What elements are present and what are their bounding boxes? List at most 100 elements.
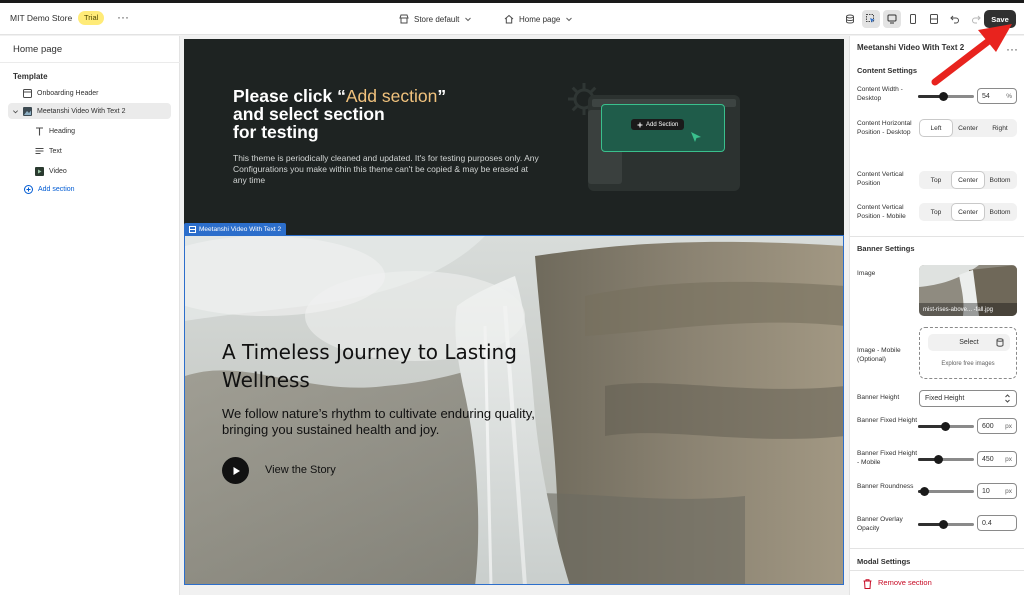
sidebar-item-heading[interactable]: Heading <box>8 123 171 139</box>
toolbar-icons <box>841 9 985 29</box>
fixed-height-input[interactable]: 600 px <box>977 418 1017 434</box>
layout-icon <box>22 88 32 98</box>
content-settings-heading: Content Settings <box>857 66 917 75</box>
content-width-label: Content Width - Desktop <box>857 86 903 102</box>
sidebar-item-meetanshi-video[interactable]: Meetanshi Video With Text 2 <box>8 103 171 119</box>
divider <box>850 236 1024 237</box>
theme-selector-label: Store default <box>414 14 460 24</box>
editor-illustration: Add Section <box>588 95 740 191</box>
section-tag[interactable]: Meetanshi Video With Text 2 <box>184 223 287 235</box>
mock-add-section-button: Add Section <box>631 119 685 130</box>
content-width-input[interactable]: 54% <box>977 88 1017 104</box>
select-image-button[interactable]: Select <box>928 334 1010 351</box>
chevron-down-icon[interactable] <box>12 108 20 115</box>
overlay-opacity-input[interactable]: 0.4 <box>977 515 1017 531</box>
divider <box>850 548 1024 549</box>
divider <box>0 62 180 63</box>
view-story-link[interactable]: View the Story <box>265 464 336 476</box>
content-width-slider[interactable] <box>918 92 974 101</box>
banner-text: We follow nature’s rhythm to cultivate e… <box>222 406 535 437</box>
mobile-view-button[interactable] <box>904 10 922 28</box>
sidebar-item-text[interactable]: Text <box>8 143 171 159</box>
fixed-height-slider[interactable] <box>918 422 974 431</box>
image-mobile-picker: Select Explore free images <box>919 327 1017 379</box>
roundness-input[interactable]: 10 px <box>977 483 1017 499</box>
home-icon <box>504 14 514 24</box>
play-icon <box>233 466 240 475</box>
heading-highlight: Add section <box>345 86 438 106</box>
more-actions-icon[interactable]: ··· <box>117 11 129 23</box>
database-button[interactable] <box>841 10 859 28</box>
save-button[interactable]: Save <box>984 10 1016 28</box>
add-section-link[interactable]: Add section <box>8 181 171 197</box>
overlay-opacity-slider[interactable] <box>918 520 974 529</box>
banner-settings-heading: Banner Settings <box>857 244 915 253</box>
modal-settings-heading: Modal Settings <box>857 557 911 566</box>
option-center[interactable]: Center <box>952 172 984 188</box>
option-center[interactable]: Center <box>952 204 984 220</box>
banner-image-thumbnail[interactable]: mist-rises-above... -fall.jpg <box>919 265 1017 316</box>
theme-selector[interactable]: Store default <box>399 11 472 27</box>
roundness-slider[interactable] <box>918 487 974 496</box>
option-center[interactable]: Center <box>952 120 984 136</box>
explore-free-images-link[interactable]: Explore free images <box>920 361 1016 367</box>
sidebar-item-onboarding-header[interactable]: Onboarding Header <box>8 85 171 101</box>
image-label: Image <box>857 270 876 277</box>
vertical-position-label: Content Vertical Position <box>857 171 904 187</box>
video-banner-section[interactable]: A Timeless Journey to Lasting Wellness W… <box>184 235 844 585</box>
plus-icon <box>637 122 643 127</box>
chevron-down-icon <box>566 17 573 22</box>
option-bottom[interactable]: Bottom <box>984 172 1016 188</box>
fullscreen-button[interactable] <box>925 10 943 28</box>
trash-icon <box>863 579 872 589</box>
fixed-height-mobile-slider[interactable] <box>918 455 974 464</box>
redo-icon <box>972 15 981 24</box>
left-sidebar: Home page Template Onboarding Header Mee… <box>0 36 180 595</box>
page-selector[interactable]: Home page <box>504 11 573 27</box>
remove-section-button[interactable]: Remove section <box>850 570 1024 595</box>
theme-editor: MIT Demo Store Trial ··· Store default H… <box>0 0 1024 595</box>
undo-icon <box>950 15 959 24</box>
chevron-down-icon <box>465 17 472 22</box>
more-options-icon[interactable]: ··· <box>1006 43 1018 55</box>
plus-circle-icon <box>23 184 33 194</box>
store-name[interactable]: MIT Demo Store <box>10 13 72 23</box>
option-top[interactable]: Top <box>920 204 952 220</box>
option-bottom[interactable]: Bottom <box>984 204 1016 220</box>
trial-badge: Trial <box>78 11 105 25</box>
vertical-position-control: Top Center Bottom <box>919 171 1017 189</box>
banner-heading: A Timeless Journey to Lasting Wellness <box>222 340 517 392</box>
undo-button[interactable] <box>946 10 964 28</box>
onboarding-heading: Please click “Add section” and select se… <box>233 86 447 142</box>
fixed-height-label: Banner Fixed Height <box>857 417 918 424</box>
database-icon <box>846 14 854 24</box>
fullscreen-icon <box>930 14 938 24</box>
settings-panel: Meetanshi Video With Text 2 ··· Content … <box>849 36 1024 595</box>
overlay-opacity-label: Banner Overlay Opacity <box>857 516 903 532</box>
sidebar-item-video[interactable]: Video <box>8 163 171 179</box>
option-top[interactable]: Top <box>920 172 952 188</box>
cursor-select-icon <box>866 14 875 23</box>
page-selector-label: Home page <box>519 14 561 24</box>
option-right[interactable]: Right <box>984 120 1016 136</box>
select-arrows-icon <box>1005 394 1010 403</box>
top-bar: MIT Demo Store Trial ··· Store default H… <box>0 3 1024 35</box>
theme-icon <box>399 14 409 24</box>
play-button[interactable] <box>222 457 249 484</box>
database-icon <box>996 338 1004 347</box>
sidebar-item-label: Meetanshi Video With Text 2 <box>37 107 126 115</box>
redo-button[interactable] <box>967 10 985 28</box>
banner-height-select[interactable]: Fixed Height <box>919 390 1017 407</box>
preview-canvas: Please click “Add section” and select se… <box>184 39 844 585</box>
option-left[interactable]: Left <box>920 120 952 136</box>
template-label: Template <box>13 72 48 81</box>
text-icon <box>34 146 44 156</box>
onboarding-header-section[interactable]: Please click “Add section” and select se… <box>184 39 844 235</box>
inspector-button[interactable] <box>862 10 880 28</box>
fixed-height-mobile-input[interactable]: 450 px <box>977 451 1017 467</box>
heading-icon <box>34 126 44 136</box>
mobile-icon <box>910 14 916 24</box>
desktop-icon <box>887 14 897 24</box>
sidebar-item-label: Onboarding Header <box>37 89 99 97</box>
desktop-view-button[interactable] <box>883 10 901 28</box>
